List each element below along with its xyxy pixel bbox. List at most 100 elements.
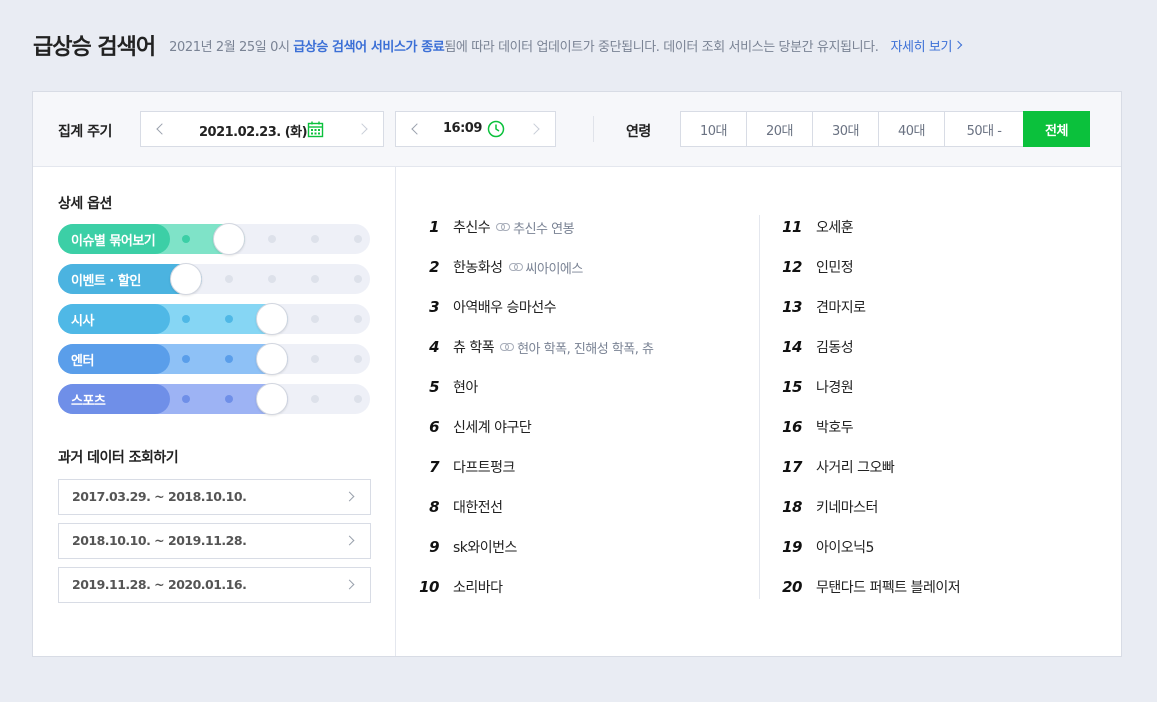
- calendar-icon[interactable]: [307, 121, 324, 138]
- rank-item[interactable]: 6 신세계 야구단: [413, 416, 532, 438]
- rank-keyword[interactable]: 다프트펑크: [453, 457, 515, 477]
- rank-keyword[interactable]: 한농화성: [453, 257, 503, 277]
- link-icon: [500, 343, 515, 351]
- slider-step-dot[interactable]: [182, 235, 190, 243]
- rank-item[interactable]: 11 오세훈: [776, 216, 854, 238]
- slider-step-dot[interactable]: [311, 355, 319, 363]
- slider-step-dot[interactable]: [268, 235, 276, 243]
- rank-keyword[interactable]: 신세계 야구단: [453, 417, 532, 437]
- date-value: 2021.02.23. (화): [199, 125, 308, 140]
- next-date-icon[interactable]: [356, 123, 368, 135]
- rank-keyword[interactable]: 추신수: [453, 217, 491, 237]
- slider-knob[interactable]: [256, 343, 288, 375]
- rank-item[interactable]: 2 한농화성 씨아이에스: [413, 256, 583, 278]
- category-slider[interactable]: 이슈별 묶어보기: [58, 223, 370, 255]
- slider-knob[interactable]: [256, 383, 288, 415]
- rank-keyword[interactable]: 인민정: [816, 257, 854, 277]
- rank-keyword[interactable]: 박호두: [816, 417, 854, 437]
- rank-keyword[interactable]: 나경원: [816, 377, 854, 397]
- next-time-icon[interactable]: [528, 123, 540, 135]
- slider-step-dot[interactable]: [311, 315, 319, 323]
- slider-knob[interactable]: [213, 223, 245, 255]
- notice-highlight: 급상승 검색어 서비스가 종료: [293, 39, 445, 55]
- rank-item[interactable]: 5 현아: [413, 376, 478, 398]
- page-header: 급상승 검색어 2021년 2월 25일 0시 급상승 검색어 서비스가 종료됨…: [33, 30, 963, 60]
- rank-number: 3: [429, 298, 439, 316]
- rank-item[interactable]: 20 무탠다드 퍼펙트 블레이저: [776, 576, 960, 598]
- related-keywords[interactable]: 추신수 연봉: [513, 218, 574, 237]
- slider-step-dot[interactable]: [268, 275, 276, 283]
- prev-date-icon[interactable]: [156, 123, 168, 135]
- slider-step-dot[interactable]: [225, 315, 233, 323]
- slider-knob[interactable]: [170, 263, 202, 295]
- rank-item[interactable]: 15 나경원: [776, 376, 854, 398]
- history-range-button[interactable]: 2019.11.28. ~ 2020.01.16.: [58, 567, 371, 603]
- rank-item[interactable]: 10 소리바다: [413, 576, 503, 598]
- rank-keyword[interactable]: 견마지로: [816, 297, 866, 317]
- rank-item[interactable]: 17 사거리 그오빠: [776, 456, 895, 478]
- rank-item[interactable]: 12 인민정: [776, 256, 854, 278]
- clock-icon[interactable]: [487, 120, 505, 138]
- slider-step-dot[interactable]: [311, 235, 319, 243]
- rank-item[interactable]: 13 견마지로: [776, 296, 866, 318]
- rank-keyword[interactable]: 소리바다: [453, 577, 503, 597]
- slider-step-dot[interactable]: [225, 275, 233, 283]
- slider-step-dot[interactable]: [311, 395, 319, 403]
- date-picker[interactable]: 2021.02.23. (화): [140, 111, 384, 147]
- options-title: 상세 옵션: [58, 196, 112, 212]
- rank-keyword[interactable]: 츄 학폭: [453, 337, 495, 357]
- slider-step-dot[interactable]: [354, 315, 362, 323]
- rank-item[interactable]: 14 김동성: [776, 336, 854, 358]
- rank-item[interactable]: 7 다프트펑크: [413, 456, 515, 478]
- rank-keyword[interactable]: 무탠다드 퍼펙트 블레이저: [816, 577, 961, 597]
- category-slider[interactable]: 스포츠: [58, 383, 370, 415]
- slider-step-dot[interactable]: [182, 395, 190, 403]
- rank-keyword[interactable]: 현아: [453, 377, 478, 397]
- age-30s-button[interactable]: 30대: [812, 111, 879, 147]
- age-50s-button[interactable]: 50대 -: [944, 111, 1024, 147]
- category-slider[interactable]: 시사: [58, 303, 370, 335]
- rank-keyword[interactable]: 키네마스터: [816, 497, 878, 517]
- rank-keyword[interactable]: 아역배우 승마선수: [453, 297, 557, 317]
- page-title: 급상승 검색어: [33, 35, 156, 60]
- slider-step-dot[interactable]: [354, 355, 362, 363]
- rank-item[interactable]: 4 츄 학폭 현아 학폭, 진해성 학폭, 츄: [413, 336, 654, 358]
- rank-keyword[interactable]: 사거리 그오빠: [816, 457, 895, 477]
- prev-time-icon[interactable]: [411, 123, 423, 135]
- rank-number: 4: [429, 338, 439, 356]
- rank-keyword[interactable]: sk와이번스: [453, 537, 517, 557]
- related-keywords[interactable]: 현아 학폭, 진해성 학폭, 츄: [517, 338, 654, 357]
- category-slider[interactable]: 엔터: [58, 343, 370, 375]
- slider-step-dot[interactable]: [225, 355, 233, 363]
- rank-item[interactable]: 19 아이오닉5: [776, 536, 874, 558]
- slider-step-dot[interactable]: [182, 355, 190, 363]
- category-slider[interactable]: 이벤트 · 할인: [58, 263, 370, 295]
- slider-step-dot[interactable]: [354, 235, 362, 243]
- slider-knob[interactable]: [256, 303, 288, 335]
- rank-keyword[interactable]: 대한전선: [453, 497, 503, 517]
- age-40s-button[interactable]: 40대: [878, 111, 945, 147]
- rank-item[interactable]: 16 박호두: [776, 416, 854, 438]
- rank-item[interactable]: 1 추신수 추신수 연봉: [413, 216, 575, 238]
- age-all-button[interactable]: 전체: [1023, 111, 1090, 147]
- slider-step-dot[interactable]: [311, 275, 319, 283]
- slider-step-dot[interactable]: [354, 395, 362, 403]
- history-range-button[interactable]: 2018.10.10. ~ 2019.11.28.: [58, 523, 371, 559]
- age-10s-button[interactable]: 10대: [680, 111, 747, 147]
- rank-keyword[interactable]: 김동성: [816, 337, 854, 357]
- age-20s-button[interactable]: 20대: [746, 111, 813, 147]
- rank-keyword[interactable]: 아이오닉5: [816, 537, 874, 557]
- slider-step-dot[interactable]: [225, 395, 233, 403]
- rank-item[interactable]: 18 키네마스터: [776, 496, 878, 518]
- slider-step-dot[interactable]: [182, 315, 190, 323]
- history-range-button[interactable]: 2017.03.29. ~ 2018.10.10.: [58, 479, 371, 515]
- time-picker[interactable]: 16:09: [395, 111, 556, 147]
- rank-number: 10: [419, 578, 439, 596]
- rank-item[interactable]: 8 대한전선: [413, 496, 503, 518]
- more-info-link[interactable]: 자세히 보기: [890, 36, 963, 55]
- rank-item[interactable]: 3 아역배우 승마선수: [413, 296, 556, 318]
- slider-step-dot[interactable]: [354, 275, 362, 283]
- rank-item[interactable]: 9 sk와이번스: [413, 536, 517, 558]
- related-keywords[interactable]: 씨아이에스: [526, 258, 584, 277]
- rank-keyword[interactable]: 오세훈: [816, 217, 854, 237]
